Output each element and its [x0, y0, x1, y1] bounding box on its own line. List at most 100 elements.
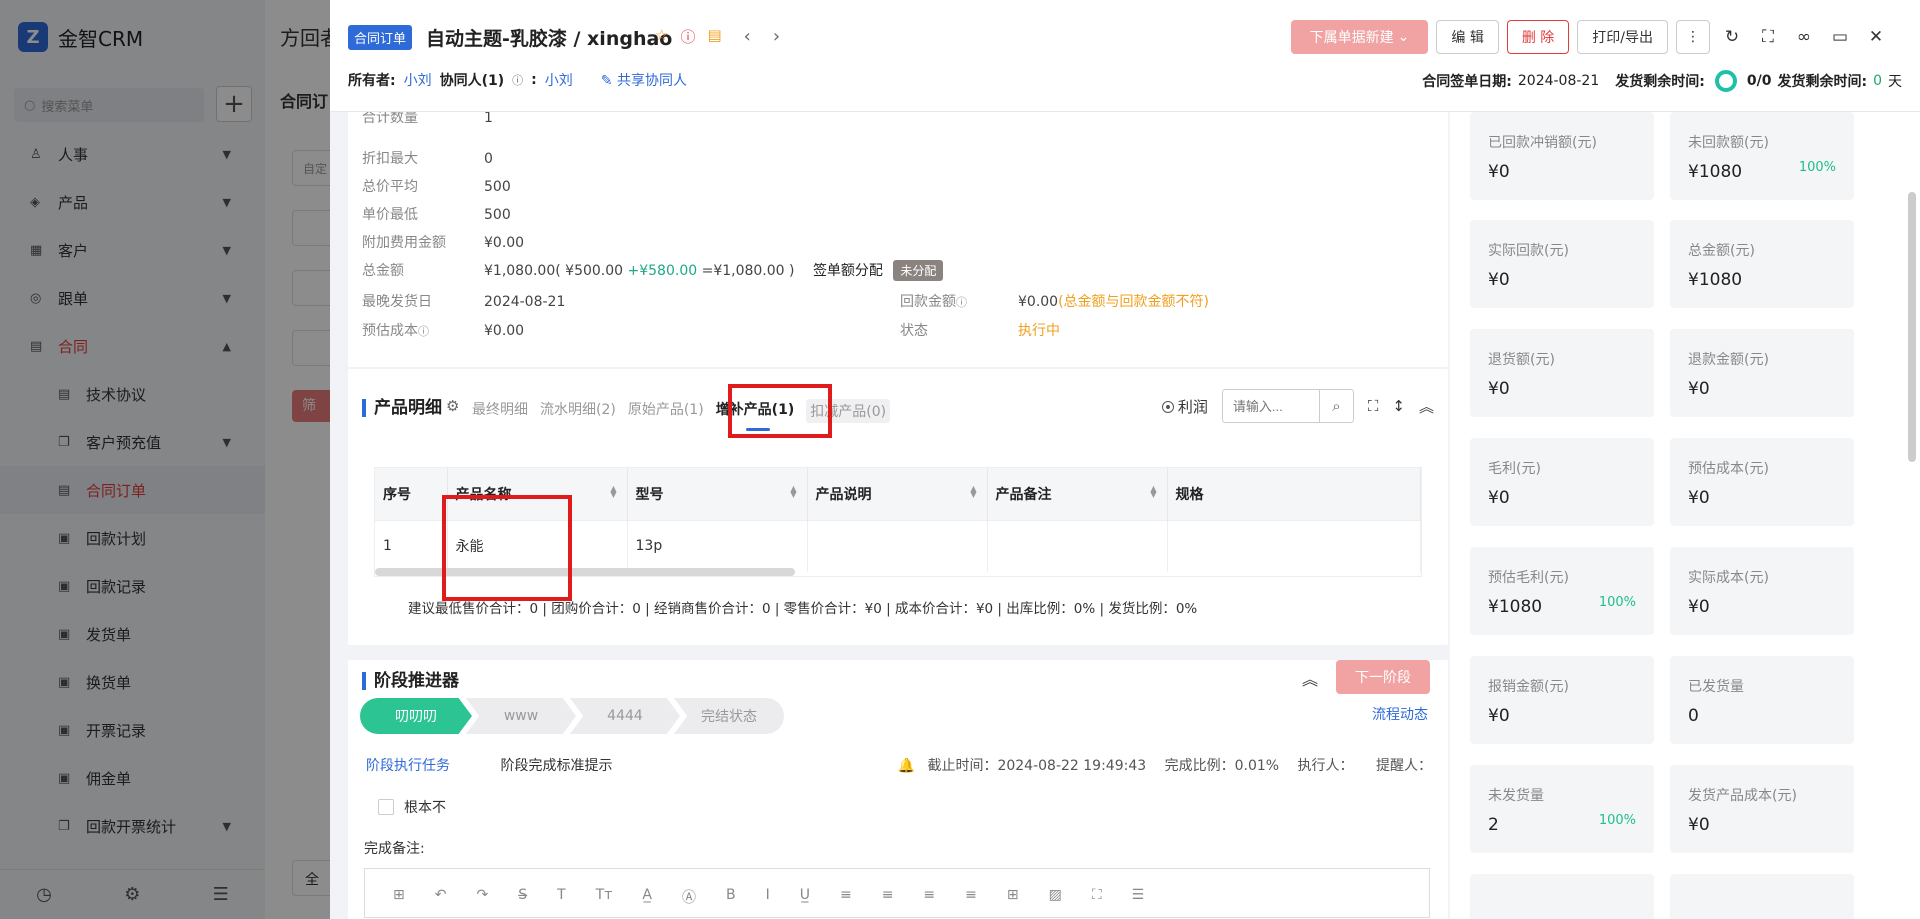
sort-icon[interactable]: ▲ ▼	[610, 485, 616, 499]
help-icon: ⓘ	[418, 325, 429, 338]
stage-step[interactable]: 完结状态	[674, 698, 784, 734]
stats-panel: 已回款冲销额(元) ¥0 未回款额(元) ¥1080 100% 实际回款(元) ¥0 总…	[1450, 112, 1920, 919]
underline-icon[interactable]: U̲	[800, 887, 810, 907]
justify-icon[interactable]: ≡	[965, 887, 977, 907]
stage-checkbox[interactable]: 根本不	[378, 797, 446, 817]
redo-icon[interactable]: ↷	[476, 887, 488, 907]
column-header[interactable]: 产品备注 ▲ ▼	[987, 468, 1168, 520]
strikethrough-icon[interactable]: S̶	[518, 887, 527, 907]
collapse-icon[interactable]: ︽	[1302, 666, 1318, 690]
column-header[interactable]: 序号	[375, 468, 448, 520]
stage-step[interactable]: www	[466, 698, 576, 734]
vertical-resize-icon[interactable]: ↕	[1392, 397, 1405, 415]
product-tools: 利润 ⌕ ⛶ ↕ ︽	[1161, 389, 1434, 423]
unallocated-badge[interactable]: 未分配	[893, 260, 944, 281]
owner-value[interactable]: 小刘	[404, 70, 432, 90]
next-arrow-icon[interactable]: ›	[773, 26, 780, 47]
align-center-icon[interactable]: ≡	[882, 887, 894, 907]
stat-label: 实际回款(元)	[1488, 243, 1569, 259]
fullscreen-icon[interactable]: ⛶	[1092, 887, 1102, 907]
sort-icon[interactable]: ▲ ▼	[1150, 485, 1156, 499]
note-icon[interactable]: ▤	[707, 26, 721, 47]
fullscreen-icon[interactable]: ⛶	[1754, 20, 1782, 54]
horizontal-scrollbar[interactable]	[375, 568, 795, 576]
list-icon[interactable]: ☰	[1132, 887, 1145, 907]
tab-final-detail[interactable]: 最终明细	[472, 399, 528, 423]
collaborator-value[interactable]: 小刘	[545, 70, 573, 90]
more-icon[interactable]: ⋮	[1676, 20, 1710, 54]
title-icons: ☆ ⓘ ▤ ‹ ›	[655, 26, 780, 47]
rich-text-editor[interactable]: ⊞ ↶ ↷ S̶ T Tт A̲ Ⓐ B I U̲ ≡ ≡ ≡ ≡ ⊞ ▨ ⛶ …	[364, 868, 1430, 918]
italic-icon[interactable]: I	[766, 887, 770, 907]
search-icon[interactable]: ⌕	[1318, 390, 1353, 422]
tab-flow-detail[interactable]: 流水明细(2)	[540, 399, 616, 423]
table-icon[interactable]: ⊞	[393, 887, 405, 907]
fullscreen-icon[interactable]: ⛶	[1368, 397, 1379, 415]
profit-toggle[interactable]: 利润	[1161, 396, 1208, 417]
star-icon[interactable]: ☆	[655, 26, 668, 47]
drawer-content: 合计数量 1 折扣最大 0 总价平均 500 单价最低 500 附加费用金额 ¥0.00 …	[348, 112, 1448, 919]
refresh-icon[interactable]: ↻	[1718, 20, 1746, 54]
header-actions: 下属单据新建 ⌄ 编 辑 删 除 打印/导出 ⋮ ↻ ⛶ ∞ ▭ ✕	[1290, 20, 1890, 54]
stat-label: 报销金额(元)	[1488, 679, 1569, 695]
sign-date-value: 2024-08-21	[1517, 73, 1600, 89]
monitor-icon[interactable]: ▭	[1826, 20, 1854, 54]
ratio-text: 完成比例：0.01%	[1164, 758, 1280, 774]
stage-step[interactable]: 叨叨叨	[360, 698, 472, 734]
info-key: 合计数量	[362, 112, 418, 126]
bold-icon[interactable]: B	[726, 887, 736, 907]
product-search-input[interactable]	[1222, 390, 1319, 422]
font-size-icon[interactable]: Tт	[596, 887, 613, 907]
stat-label: 未发货量	[1488, 788, 1544, 804]
info-value: 2024-08-21	[484, 294, 566, 310]
payback-key-wrap: 回款金额ⓘ	[900, 291, 1018, 311]
text-icon[interactable]: T	[557, 887, 566, 907]
info-row: 单价最低 500	[362, 204, 511, 224]
sort-icon[interactable]: ▲ ▼	[790, 485, 796, 499]
drawer-header: 合同订单 自动主题-乳胶漆 / xinghao ☆ ⓘ ▤ ‹ › 下属单据新建…	[330, 0, 1920, 112]
alert-icon[interactable]: ⓘ	[680, 26, 695, 47]
prev-arrow-icon[interactable]: ‹	[744, 26, 751, 47]
flow-dynamics-link[interactable]: 流程动态	[1372, 704, 1428, 724]
share-collaborator-link[interactable]: ✎ 共享协同人	[601, 70, 687, 90]
delete-button[interactable]: 删 除	[1506, 20, 1570, 54]
product-detail-title: 产品明细	[362, 399, 442, 417]
bg-color-icon[interactable]: Ⓐ	[682, 887, 696, 907]
collapse-icon[interactable]: ︽	[1419, 396, 1434, 417]
gear-icon[interactable]: ⚙	[446, 397, 459, 415]
stage-task-row: 阶段执行任务 阶段完成标准提示 🔔 截止时间：2024-08-22 19:49:…	[366, 755, 1432, 775]
print-export-button[interactable]: 打印/导出	[1577, 20, 1668, 54]
link-icon[interactable]: ∞	[1790, 20, 1818, 54]
tab-original-products[interactable]: 原始产品(1)	[628, 399, 704, 423]
profit-label: 利润	[1177, 397, 1208, 416]
checkbox-icon[interactable]	[378, 799, 394, 815]
edit-button[interactable]: 编 辑	[1436, 20, 1499, 54]
undo-icon[interactable]: ↶	[435, 887, 447, 907]
close-icon[interactable]: ✕	[1862, 20, 1890, 54]
grid-icon[interactable]: ⊞	[1007, 887, 1019, 907]
column-header-label: 产品说明	[815, 486, 872, 503]
vertical-scrollbar[interactable]	[1908, 192, 1916, 462]
column-header[interactable]: 型号 ▲ ▼	[627, 468, 808, 520]
align-left-icon[interactable]: ≡	[840, 887, 852, 907]
stat-card: 未发货量 2 100%	[1470, 765, 1654, 853]
image-icon[interactable]: ▨	[1049, 887, 1062, 907]
info-row: 预估成本ⓘ ¥0.00	[362, 320, 524, 340]
new-sub-document-button[interactable]: 下属单据新建 ⌄	[1290, 20, 1429, 54]
next-stage-button[interactable]: 下一阶段	[1336, 660, 1430, 694]
column-header[interactable]: 规格	[1167, 468, 1421, 520]
stat-card: 总金额(元) ¥1080	[1670, 220, 1854, 308]
stage-task-link[interactable]: 阶段执行任务	[366, 758, 450, 774]
sign-allocation-label: 签单额分配	[812, 263, 883, 279]
font-color-icon[interactable]: A̲	[642, 887, 652, 907]
bell-icon: 🔔	[897, 758, 915, 774]
payback-warning: (总金额与回款金额不符)	[1058, 294, 1210, 310]
stage-step[interactable]: 4444	[570, 698, 680, 734]
stat-label: 实际成本(元)	[1688, 570, 1769, 586]
align-right-icon[interactable]: ≡	[923, 887, 935, 907]
sort-icon[interactable]: ▲ ▼	[970, 485, 976, 499]
editor-toolbar: ⊞ ↶ ↷ S̶ T Tт A̲ Ⓐ B I U̲ ≡ ≡ ≡ ≡ ⊞ ▨ ⛶ …	[365, 869, 1429, 907]
total-amount-extra: +¥580.00	[627, 263, 698, 279]
column-header[interactable]: 产品说明 ▲ ▼	[807, 468, 988, 520]
info-value: 500	[484, 179, 511, 195]
